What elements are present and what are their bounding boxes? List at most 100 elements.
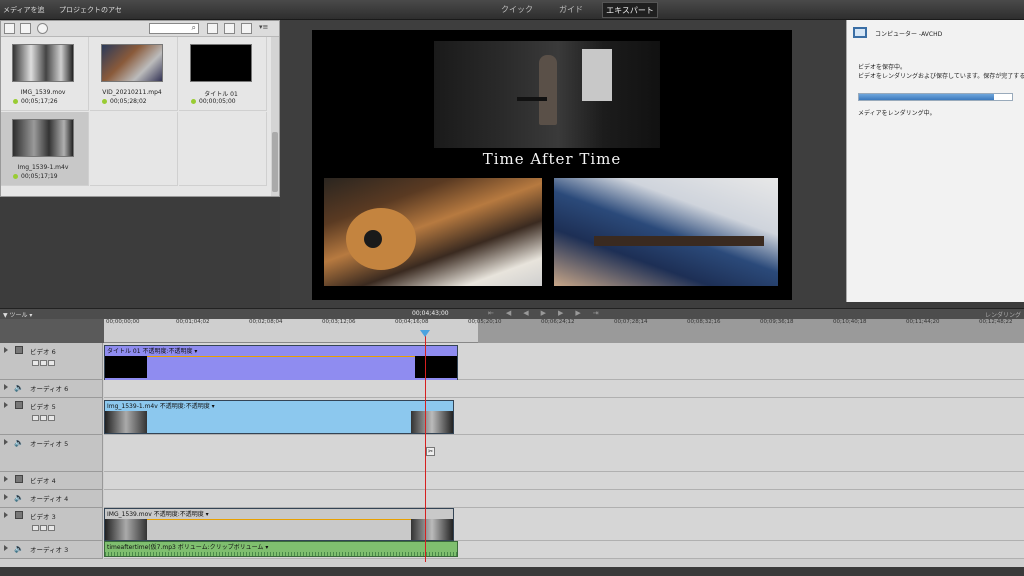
video-title-overlay: Time After Time [482, 150, 622, 168]
ruler-tick: 00;06;24;12 [541, 319, 575, 325]
project-assets-button[interactable]: プロジェクトのアセット ▾ [56, 3, 130, 28]
timeline-menu-button[interactable]: ▼ ツール ▾ [3, 310, 32, 319]
next-keyframe-button[interactable] [48, 415, 55, 421]
expand-triangle-icon[interactable] [4, 347, 8, 353]
speaker-icon: 🔈 [14, 383, 24, 392]
ruler-tick: 00;04;16;08 [395, 319, 429, 325]
mode-guided-tab[interactable]: ガイド [548, 2, 594, 18]
speaker-icon: 🔈 [14, 438, 24, 447]
ruler-tick: 00;03;12;06 [322, 319, 356, 325]
ruler-tick: 00;01;04;02 [176, 319, 210, 325]
video-track-icon [15, 346, 23, 354]
asset-search-input[interactable]: ⌕ [149, 23, 199, 34]
track-video-5[interactable]: Img_1539-1.m4v 不透明度:不透明度 ▾ [104, 398, 1024, 435]
saving-status-line: ビデオを保存中。 [858, 64, 907, 71]
next-keyframe-button[interactable] [48, 360, 55, 366]
render-button[interactable]: レンダリング [985, 310, 1021, 319]
monitor-icon [853, 27, 867, 38]
asset-thumbnail [12, 119, 74, 157]
track-header-video-6[interactable]: ビデオ 6 [0, 343, 103, 380]
track-header-audio-4[interactable]: 🔈 オーディオ 4 [0, 490, 103, 508]
audio-filter-icon[interactable] [37, 23, 48, 34]
video-filter-icon[interactable] [4, 23, 15, 34]
expand-triangle-icon[interactable] [4, 402, 8, 408]
asset-item[interactable]: VID_20210211.mp4 00;05;28;02 [90, 37, 178, 111]
new-folder-icon[interactable] [207, 23, 218, 34]
ruler-tick: 00;12;48;22 [979, 319, 1013, 325]
track-audio-3[interactable]: timeaftertime(仮7.mp3 ボリューム:クリップボリューム ▾ [104, 541, 1024, 559]
playhead-line[interactable] [425, 330, 426, 562]
add-keyframe-button[interactable] [40, 525, 47, 531]
clip-thumbnail-start [105, 411, 147, 433]
asset-item[interactable]: Img_1539-1.m4v 00;05;17;19 [1, 112, 89, 186]
image-filter-icon[interactable] [20, 23, 31, 34]
expand-triangle-icon[interactable] [4, 384, 8, 390]
next-keyframe-button[interactable] [48, 525, 55, 531]
speaker [582, 49, 612, 101]
clip-label: IMG_1539.mov 不透明度:不透明度 ▾ [107, 511, 209, 518]
expand-triangle-icon[interactable] [4, 439, 8, 445]
add-keyframe-button[interactable] [40, 360, 47, 366]
prev-keyframe-button[interactable] [32, 525, 39, 531]
prev-keyframe-button[interactable] [32, 360, 39, 366]
asset-item[interactable]: IMG_1539.mov 00;05;17;26 [1, 37, 89, 111]
clip-thumbnail-start [105, 519, 147, 540]
track-name: ビデオ 4 [30, 477, 56, 485]
track-header-audio-3[interactable]: 🔈 オーディオ 3 [0, 541, 103, 559]
delete-icon[interactable] [224, 23, 235, 34]
asset-scrollbar[interactable] [271, 37, 279, 196]
rendering-status-line: ビデオをレンダリングおよび保存しています。保存が完了する [858, 73, 1024, 80]
timeline-toolbar: ▼ ツール ▾ 00;04;43;00 ⇤◀◀▶▶▶⇥ レンダリング [0, 308, 1024, 319]
timeline-tracks: ビデオ 6 タイトル 01 不透明度:不透明度 ▾ 🔈 オーディオ 6 ビデオ … [0, 343, 1024, 567]
asset-name: Img_1539-1.m4v [17, 164, 69, 171]
track-header-video-3[interactable]: ビデオ 3 [0, 508, 103, 541]
ruler-tick: 00;00;00;00 [106, 319, 140, 325]
audio-clip-timeaftertime[interactable]: timeaftertime(仮7.mp3 ボリューム:クリップボリューム ▾ [104, 541, 458, 557]
expand-triangle-icon[interactable] [4, 476, 8, 482]
expand-triangle-icon[interactable] [4, 494, 8, 500]
tools-icon[interactable] [241, 23, 252, 34]
mode-quick-tab[interactable]: クイック [494, 2, 540, 18]
expand-triangle-icon[interactable] [4, 545, 8, 551]
asset-item[interactable]: タイトル 01 00;00;05;00 [179, 37, 267, 111]
video-clip-img1539-mov[interactable]: IMG_1539.mov 不透明度:不透明度 ▾ [104, 508, 454, 541]
asset-empty-cell [90, 112, 178, 186]
prev-keyframe-button[interactable] [32, 415, 39, 421]
clip-thumbnail-end [415, 356, 457, 378]
transport-controls[interactable]: ⇤◀◀▶▶▶⇥ [488, 309, 611, 317]
current-timecode: 00;04;43;00 [412, 310, 449, 317]
expand-triangle-icon[interactable] [4, 512, 8, 518]
add-media-button[interactable]: メディアを追加 ▾ [0, 3, 52, 28]
track-header-video-5[interactable]: ビデオ 5 [0, 398, 103, 435]
video-clip-img1539-m4v[interactable]: Img_1539-1.m4v 不透明度:不透明度 ▾ [104, 400, 454, 434]
track-video-4[interactable] [104, 472, 1024, 490]
title-clip[interactable]: タイトル 01 不透明度:不透明度 ▾ [104, 345, 458, 381]
asset-duration: 00;00;05;00 [191, 98, 236, 105]
speaker-icon: 🔈 [14, 493, 24, 502]
track-audio-5[interactable]: ✂ [104, 435, 1024, 472]
playhead-handle[interactable] [420, 330, 430, 337]
mode-expert-tab[interactable]: エキスパート [602, 2, 658, 18]
track-name: ビデオ 5 [30, 403, 56, 411]
add-keyframe-button[interactable] [40, 415, 47, 421]
track-audio-6[interactable] [104, 380, 1024, 398]
unlinked-clip-icon[interactable]: ✂ [426, 447, 435, 456]
scrollbar-thumb[interactable] [272, 132, 278, 192]
track-name: オーディオ 5 [30, 440, 69, 448]
asset-duration: 00;05;28;02 [102, 98, 147, 105]
video-preview[interactable]: Time After Time [312, 30, 792, 300]
track-name: ビデオ 3 [30, 513, 56, 521]
track-audio-4[interactable] [104, 490, 1024, 508]
track-name: オーディオ 6 [30, 385, 69, 393]
panel-menu-icon[interactable]: ▾≡ [259, 23, 268, 31]
asset-name: VID_20210211.mp4 [102, 89, 162, 96]
track-header-audio-6[interactable]: 🔈 オーディオ 6 [0, 380, 103, 398]
timeline-ruler[interactable]: 00;00;00;00 00;01;04;02 00;02;08;04 00;0… [104, 319, 1024, 343]
render-media-status: メディアをレンダリング中。 [858, 110, 936, 117]
singer-figure [539, 55, 557, 125]
track-header-video-4[interactable]: ビデオ 4 [0, 472, 103, 490]
asset-thumbnail [101, 44, 163, 82]
track-video-6[interactable]: タイトル 01 不透明度:不透明度 ▾ [104, 343, 1024, 381]
track-header-audio-5[interactable]: 🔈 オーディオ 5 [0, 435, 103, 472]
track-video-3[interactable]: IMG_1539.mov 不透明度:不透明度 ▾ [104, 508, 1024, 541]
